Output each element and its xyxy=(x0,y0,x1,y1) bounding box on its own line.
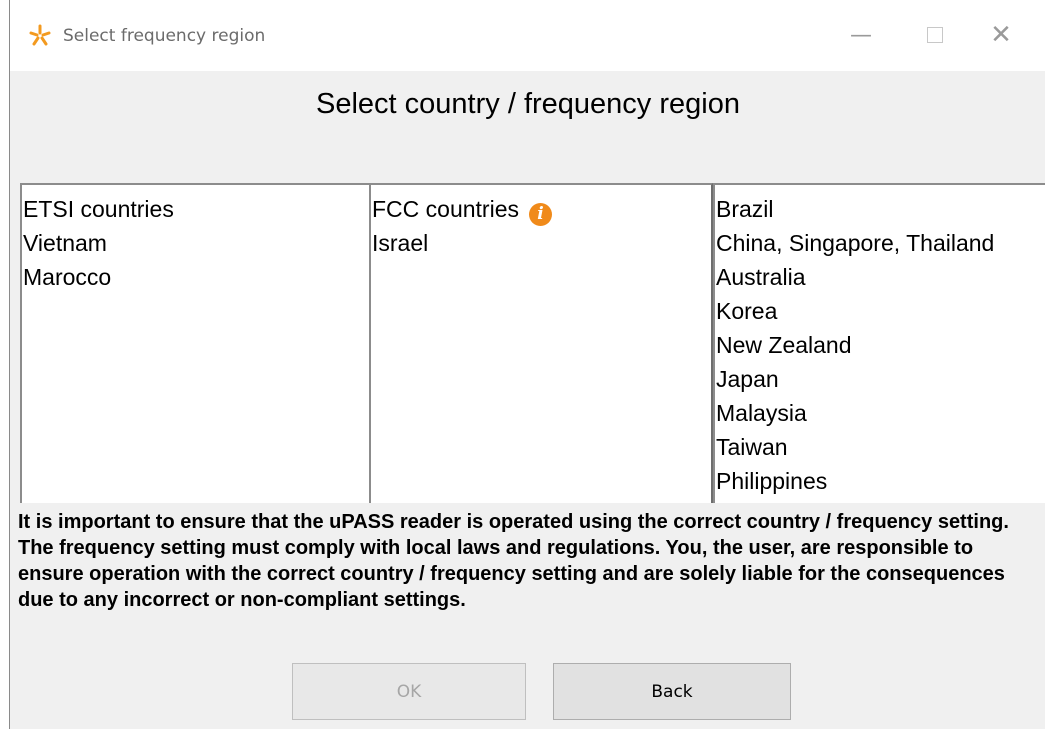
dialog-window: Select frequency region — ✕ Select count… xyxy=(9,0,1045,729)
title-bar[interactable]: Select frequency region — ✕ xyxy=(10,0,1045,71)
close-button[interactable]: ✕ xyxy=(976,12,1026,58)
list-item[interactable]: Japan xyxy=(715,362,1045,396)
list-item[interactable]: Vietnam xyxy=(22,226,373,260)
list-item[interactable]: ETSI countries xyxy=(22,192,373,226)
info-icon[interactable]: i xyxy=(528,203,552,226)
list-item[interactable]: China, Singapore, Thailand xyxy=(715,226,1045,260)
region-list-fcc[interactable]: FCC countries i Israel xyxy=(369,183,713,503)
list-item[interactable]: Philippines xyxy=(715,464,1045,498)
list-item[interactable]: Israel xyxy=(371,226,711,260)
back-button[interactable]: Back xyxy=(553,663,791,720)
list-item[interactable]: Malaysia xyxy=(715,396,1045,430)
page-title: Select country / frequency region xyxy=(316,88,740,120)
list-item[interactable]: Australia xyxy=(715,260,1045,294)
list-item[interactable]: New Zealand xyxy=(715,328,1045,362)
maximize-button[interactable] xyxy=(910,12,960,58)
minimize-button[interactable]: — xyxy=(836,12,886,58)
orange-star-icon xyxy=(27,22,53,48)
region-list-other[interactable]: Brazil China, Singapore, Thailand Austra… xyxy=(713,183,1045,503)
list-item[interactable]: Taiwan xyxy=(715,430,1045,464)
ok-button[interactable]: OK xyxy=(292,663,526,720)
window-title: Select frequency region xyxy=(63,26,266,46)
compliance-notice: It is important to ensure that the uPASS… xyxy=(18,511,1009,611)
minimize-icon: — xyxy=(850,22,872,48)
list-item-label: FCC countries xyxy=(372,196,519,222)
region-list-etsi[interactable]: ETSI countries Vietnam Marocco xyxy=(20,183,375,503)
close-icon: ✕ xyxy=(990,20,1012,50)
maximize-icon xyxy=(927,27,943,43)
list-item-fcc[interactable]: FCC countries i xyxy=(371,192,711,226)
list-item[interactable]: Marocco xyxy=(22,260,373,294)
list-item[interactable]: Korea xyxy=(715,294,1045,328)
list-item[interactable]: Brazil xyxy=(715,192,1045,226)
